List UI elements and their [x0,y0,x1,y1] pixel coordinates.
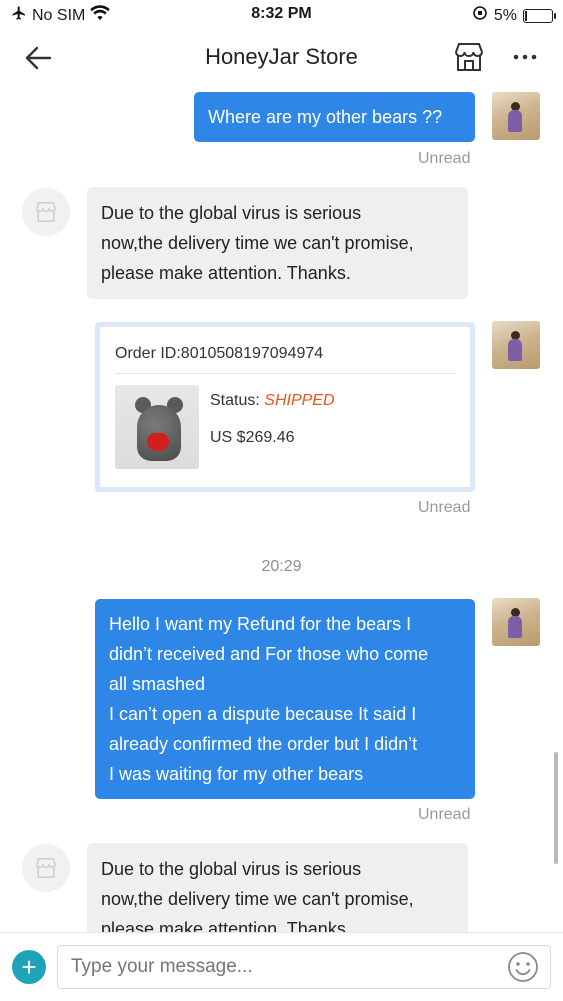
message-line: I can’t open a dispute because It said I [109,704,417,724]
message-line: Due to the global virus is serious [101,203,362,223]
add-attachment-button[interactable]: + [12,950,46,984]
message-composer: + [0,932,563,1001]
scrollbar[interactable] [554,752,558,864]
order-price: US $269.46 [210,429,295,446]
message-line: didn’t received and For those who come [109,644,429,664]
ellipsis-icon [513,54,537,60]
message-line: Due to the global virus is serious [101,859,362,879]
store-button[interactable] [452,40,486,74]
message-text: Where are my other bears ?? [208,107,443,127]
chat-messages[interactable]: Where are my other bears ?? Unread Due t… [0,86,563,932]
status-value: SHIPPED [264,392,335,409]
message-status: Unread [418,150,471,167]
message-line: already confirmed the order but I didn’t [109,734,418,754]
status-bar: No SIM 8:32 PM 5% [0,0,563,30]
message-line: Hello I want my Refund for the bears I [109,614,412,634]
battery-icon [523,8,556,23]
battery-percent: 5% [493,6,517,24]
order-id: Order ID:8010508197094974 [115,345,324,362]
order-status: Status: SHIPPED [210,392,335,410]
incoming-message[interactable]: Due to the global virus is serious now,t… [87,843,468,932]
message-line: I was waiting for my other bears [109,764,364,784]
store-icon [455,43,483,71]
store-icon [35,857,57,879]
status-label: Status: [210,392,260,409]
message-input[interactable] [57,945,551,989]
store-avatar[interactable] [22,188,70,236]
emoji-button[interactable] [507,951,539,983]
message-line: please make attention. Thanks. [101,263,351,283]
user-avatar[interactable] [492,598,540,646]
outgoing-message[interactable]: Hello I want my Refund for the bears I d… [95,599,475,799]
orientation-lock-icon [472,5,488,26]
divider [115,373,455,374]
message-line: now,the delivery time we can't promise, [101,233,414,253]
message-line: all smashed [109,674,206,694]
timestamp: 20:29 [261,558,302,575]
emoji-icon [508,952,538,982]
message-line: please make attention. Thanks. [101,919,351,932]
order-card[interactable]: Order ID:8010508197094974 Status: SHIPPE… [95,322,475,492]
user-avatar[interactable] [492,92,540,140]
message-line: now,the delivery time we can't promise, [101,889,414,909]
status-right: 5% [472,5,556,26]
user-avatar[interactable] [492,321,540,369]
more-options-button[interactable] [510,42,540,72]
product-thumbnail[interactable] [115,385,199,469]
outgoing-message[interactable]: Where are my other bears ?? [194,92,475,142]
store-icon [35,201,57,223]
message-status: Unread [418,499,471,516]
plus-icon: + [21,952,37,982]
message-status: Unread [418,806,471,823]
chat-header: HoneyJar Store [0,30,563,86]
incoming-message[interactable]: Due to the global virus is serious now,t… [87,187,468,299]
store-avatar[interactable] [22,844,70,892]
